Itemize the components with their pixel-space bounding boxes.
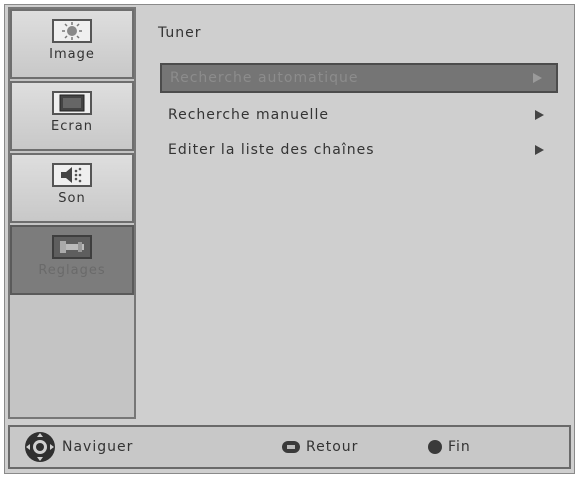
footer-navigate: Naviguer (24, 427, 133, 467)
sidebar: Image Ecran Son Reglages (8, 7, 136, 419)
menu-item-label: Recherche automatique (170, 70, 359, 86)
sidebar-item-label: Ecran (51, 119, 93, 134)
sidebar-item-reglages[interactable]: Reglages (10, 225, 134, 295)
footer-navigate-label: Naviguer (62, 439, 134, 455)
sidebar-item-son[interactable]: Son (10, 153, 134, 223)
footer-end: Fin (428, 427, 471, 467)
arrow-right-icon (535, 145, 544, 155)
footer-help-bar: Naviguer Retour Fin (8, 425, 571, 469)
osd-menu-frame: Image Ecran Son Reglages Tuner Recherche… (4, 4, 575, 474)
sidebar-item-ecran[interactable]: Ecran (10, 81, 134, 151)
arrow-right-icon (533, 73, 542, 83)
menu-item-editer-liste[interactable]: Editer la liste des chaînes (160, 135, 558, 165)
back-button-icon (282, 441, 300, 453)
menu-item-recherche-manuelle[interactable]: Recherche manuelle (160, 100, 558, 130)
speaker-icon (52, 163, 92, 187)
screen-icon (52, 91, 92, 115)
sidebar-item-label: Reglages (38, 263, 106, 278)
sidebar-item-image[interactable]: Image (10, 9, 134, 79)
footer-back-label: Retour (306, 439, 359, 455)
footer-end-label: Fin (448, 439, 471, 455)
menu-item-label: Editer la liste des chaînes (168, 142, 375, 158)
sidebar-item-label: Son (58, 191, 86, 206)
arrow-right-icon (535, 110, 544, 120)
main-panel: Tuner Recherche automatique Recherche ma… (140, 7, 570, 419)
exit-button-icon (428, 440, 442, 454)
dpad-icon (24, 431, 56, 463)
footer-back: Retour (282, 427, 358, 467)
picture-icon (52, 19, 92, 43)
sidebar-item-label: Image (49, 47, 95, 62)
menu-item-recherche-automatique[interactable]: Recherche automatique (160, 63, 558, 93)
page-title: Tuner (158, 25, 202, 41)
settings-icon (52, 235, 92, 259)
menu-item-label: Recherche manuelle (168, 107, 329, 123)
